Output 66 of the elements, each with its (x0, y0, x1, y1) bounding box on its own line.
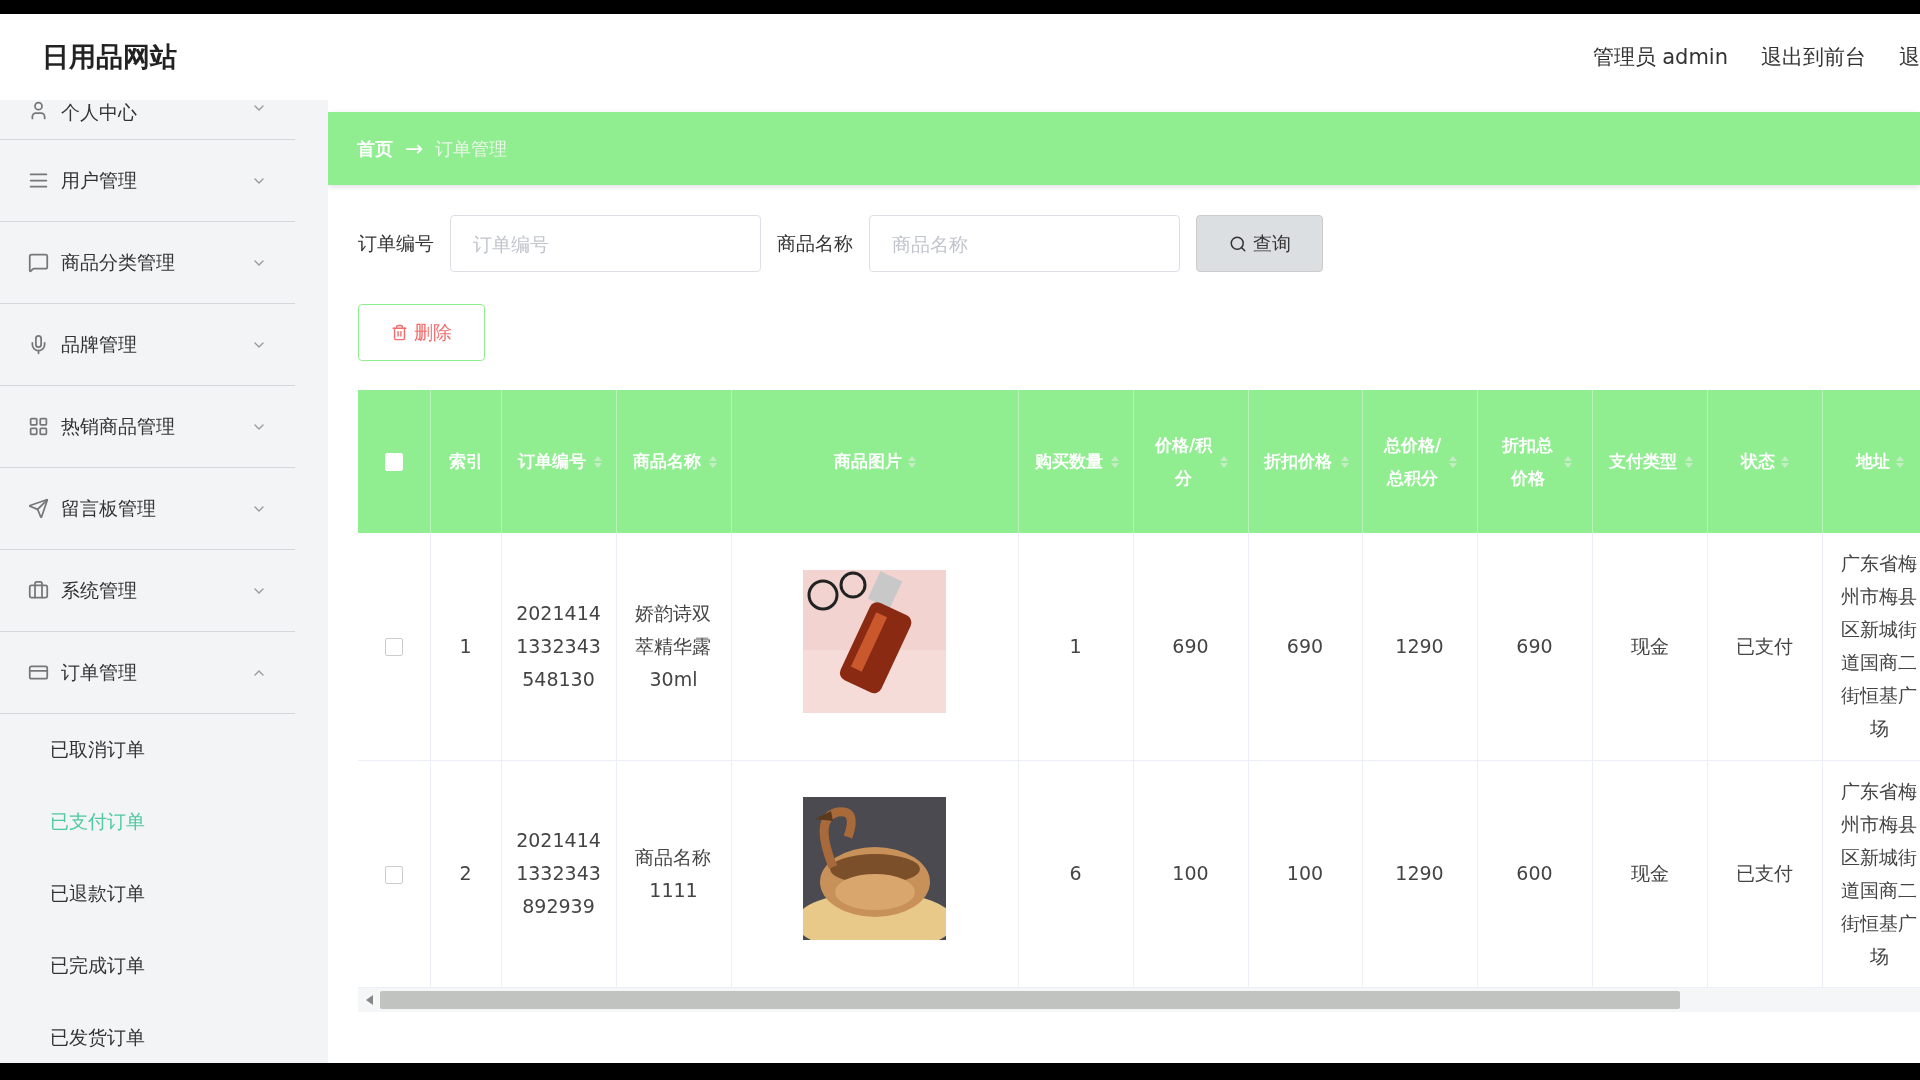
sidebar-item[interactable]: 品牌管理 (0, 304, 295, 386)
grid-icon (28, 416, 49, 437)
table-cell-text: 690 (1286, 633, 1324, 659)
header-link[interactable]: 退出到前台 (1761, 43, 1866, 71)
field-label: 订单编号 (358, 230, 434, 256)
sort-icon[interactable] (1685, 455, 1694, 468)
table-cell-text: 600 (1516, 861, 1553, 886)
sidebar-item[interactable]: 热销商品管理 (0, 386, 295, 468)
breadcrumb-item: 订单管理 (435, 136, 508, 161)
table-cell-text: 已支付 (1736, 861, 1793, 886)
table-cell-text: 1 (1069, 633, 1082, 659)
table-cell-text: 690 (1516, 633, 1553, 659)
admin-user[interactable]: 管理员 admin (1592, 43, 1728, 71)
sort-icon[interactable] (1895, 455, 1904, 468)
table-cell-text: 6 (1069, 861, 1082, 886)
table-cell-text: 2021414 1332343 548130 (515, 600, 602, 692)
table-cell-text: 广东省梅州市梅县区新城街道国商二街恒基广场 (1840, 778, 1919, 969)
sort-icon[interactable] (1564, 455, 1573, 468)
briefcase-icon (28, 580, 49, 601)
table-cell-text: 1290 (1395, 861, 1444, 886)
table-cell-text: 1290 (1395, 633, 1444, 659)
sidebar-item[interactable]: 留言板管理 (0, 468, 295, 550)
header-link[interactable]: 退 (1899, 43, 1920, 71)
sidebar-item[interactable]: 商品分类管理 (0, 222, 295, 304)
table-cell-text: 广东省梅州市梅县区新城街道国商二街恒基广场 (1840, 551, 1919, 742)
search-field[interactable]: 订单编号 (450, 215, 761, 272)
table-cell-text: 2021414 1332343 892939 (515, 828, 602, 919)
sort-icon[interactable] (1111, 455, 1120, 468)
table-cell-text: 现金 (1630, 633, 1669, 659)
chat-icon (28, 252, 49, 273)
sort-icon[interactable] (1780, 455, 1789, 468)
sort-icon[interactable] (1220, 455, 1229, 468)
sort-icon[interactable] (709, 455, 718, 468)
sort-icon[interactable] (594, 455, 603, 468)
sidebar-subitem[interactable]: 已完成订单 (0, 930, 295, 1002)
horizontal-scrollbar[interactable] (358, 987, 1920, 1012)
sort-icon[interactable] (907, 455, 916, 468)
field-label: 商品名称 (777, 230, 853, 256)
table-cell-text: 2 (459, 861, 472, 886)
table-cell-text: 100 (1172, 861, 1209, 886)
sort-icon[interactable] (1449, 455, 1458, 468)
checkbox[interactable] (384, 865, 403, 884)
table-cell-text: 现金 (1630, 861, 1669, 886)
sidebar-item[interactable]: 个人中心 (0, 100, 295, 140)
search-field[interactable]: 商品名称 (869, 215, 1180, 272)
sidebar-subitem[interactable]: 已退款订单 (0, 858, 295, 930)
paper-plane-icon (28, 498, 49, 519)
table-cell-text: 1 (459, 633, 472, 659)
sidebar-subitem[interactable]: 已取消订单 (0, 714, 295, 786)
trash-icon (391, 324, 408, 341)
sidebar-subitem[interactable]: 已发货订单 (0, 1002, 295, 1063)
site-title: 日用品网站 (42, 40, 178, 74)
table-cell-text: 100 (1286, 861, 1324, 886)
search-button[interactable]: 查询 (1196, 215, 1323, 272)
table-cell-text: 690 (1172, 633, 1209, 659)
sort-icon[interactable] (1340, 455, 1349, 468)
checkbox[interactable] (384, 638, 403, 657)
table-cell-text: 娇韵诗双萃精华露30ml (634, 600, 713, 692)
sidebar-item[interactable]: 用户管理 (0, 140, 295, 222)
sidebar-item[interactable]: 系统管理 (0, 550, 295, 632)
arrow-text: → (405, 136, 424, 161)
table-cell-text: 已支付 (1736, 633, 1793, 659)
table-cell-text: 商品名称1111 (634, 844, 713, 903)
sidebar-item[interactable]: 订单管理 (0, 632, 295, 714)
scroll-left-icon[interactable] (366, 994, 374, 1005)
search-icon (1228, 234, 1247, 253)
